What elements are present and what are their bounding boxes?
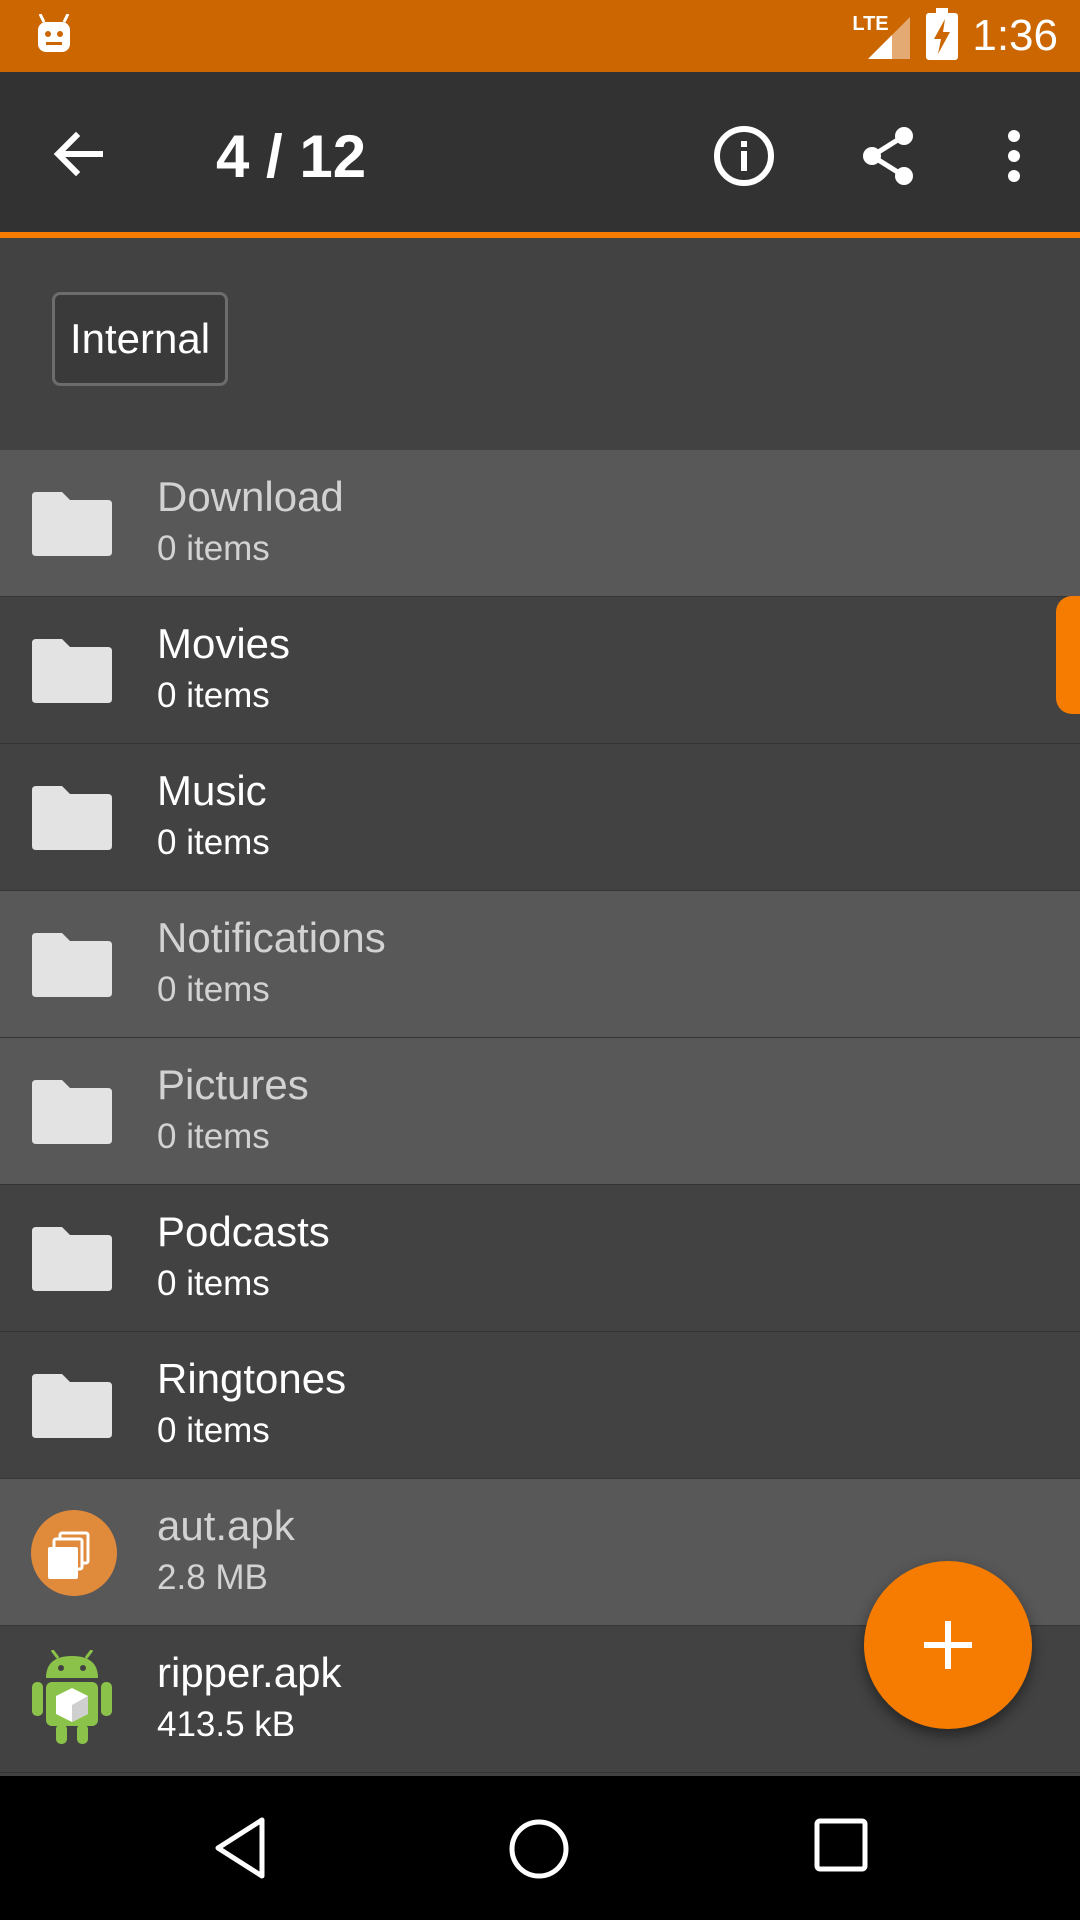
list-item[interactable]: Notifications 0 items bbox=[0, 891, 1080, 1038]
lte-signal-icon: LTE bbox=[852, 11, 912, 61]
file-detail: 0 items bbox=[157, 676, 270, 715]
nav-home-icon[interactable] bbox=[506, 1816, 572, 1882]
add-button[interactable] bbox=[864, 1561, 1032, 1729]
folder-icon bbox=[30, 1370, 114, 1442]
list-item[interactable]: Download 0 items bbox=[0, 450, 1080, 597]
folder-icon bbox=[30, 635, 114, 707]
list-item[interactable]: Ringtones 0 items bbox=[0, 1332, 1080, 1479]
file-name: Podcasts bbox=[157, 1208, 330, 1255]
share-icon[interactable] bbox=[856, 124, 920, 188]
file-name: Movies bbox=[157, 620, 291, 667]
file-name: Notifications bbox=[157, 914, 386, 961]
info-icon[interactable] bbox=[712, 124, 776, 188]
list-item[interactable]: Pictures 0 items bbox=[0, 1038, 1080, 1185]
battery-charging-icon bbox=[926, 7, 959, 65]
file-name: aut.apk bbox=[157, 1502, 295, 1549]
file-name: Ringtones bbox=[157, 1355, 347, 1402]
file-detail: 0 items bbox=[157, 529, 270, 568]
status-time: 1:36 bbox=[972, 11, 1058, 60]
nav-recents-icon[interactable] bbox=[812, 1816, 870, 1874]
list-item[interactable]: Movies 0 items bbox=[0, 597, 1080, 744]
folder-icon bbox=[30, 1223, 114, 1295]
folder-icon bbox=[30, 782, 114, 854]
file-detail: 2.8 MB bbox=[157, 1558, 268, 1597]
more-vert-icon[interactable] bbox=[994, 124, 1034, 188]
file-detail: 0 items bbox=[157, 1117, 270, 1156]
file-detail: 0 items bbox=[157, 1264, 270, 1303]
page-title: 4 / 12 bbox=[216, 123, 367, 190]
app-icon-orange bbox=[30, 1509, 117, 1596]
file-name: ripper.apk bbox=[157, 1649, 342, 1696]
nav-back-icon[interactable] bbox=[210, 1816, 276, 1880]
file-detail: 413.5 kB bbox=[157, 1705, 296, 1744]
file-detail: 0 items bbox=[157, 823, 270, 862]
file-name: Download bbox=[157, 473, 344, 520]
plus-icon bbox=[924, 1621, 972, 1669]
breadcrumb-internal[interactable]: Internal bbox=[52, 292, 228, 386]
arrow-back-icon[interactable] bbox=[46, 122, 110, 186]
android-robot-icon bbox=[36, 13, 72, 59]
status-bar: LTE 1:36 bbox=[0, 0, 1080, 72]
list-item[interactable]: Podcasts 0 items bbox=[0, 1185, 1080, 1332]
file-detail: 0 items bbox=[157, 1411, 270, 1450]
fast-scroll-handle[interactable] bbox=[1056, 596, 1080, 714]
android-apk-icon bbox=[30, 1649, 114, 1744]
folder-icon bbox=[30, 488, 114, 560]
folder-icon bbox=[30, 929, 114, 1001]
list-item[interactable]: Music 0 items bbox=[0, 744, 1080, 891]
file-detail: 0 items bbox=[157, 970, 270, 1009]
file-name: Music bbox=[157, 767, 267, 814]
folder-icon bbox=[30, 1076, 114, 1148]
file-name: Pictures bbox=[157, 1061, 309, 1108]
